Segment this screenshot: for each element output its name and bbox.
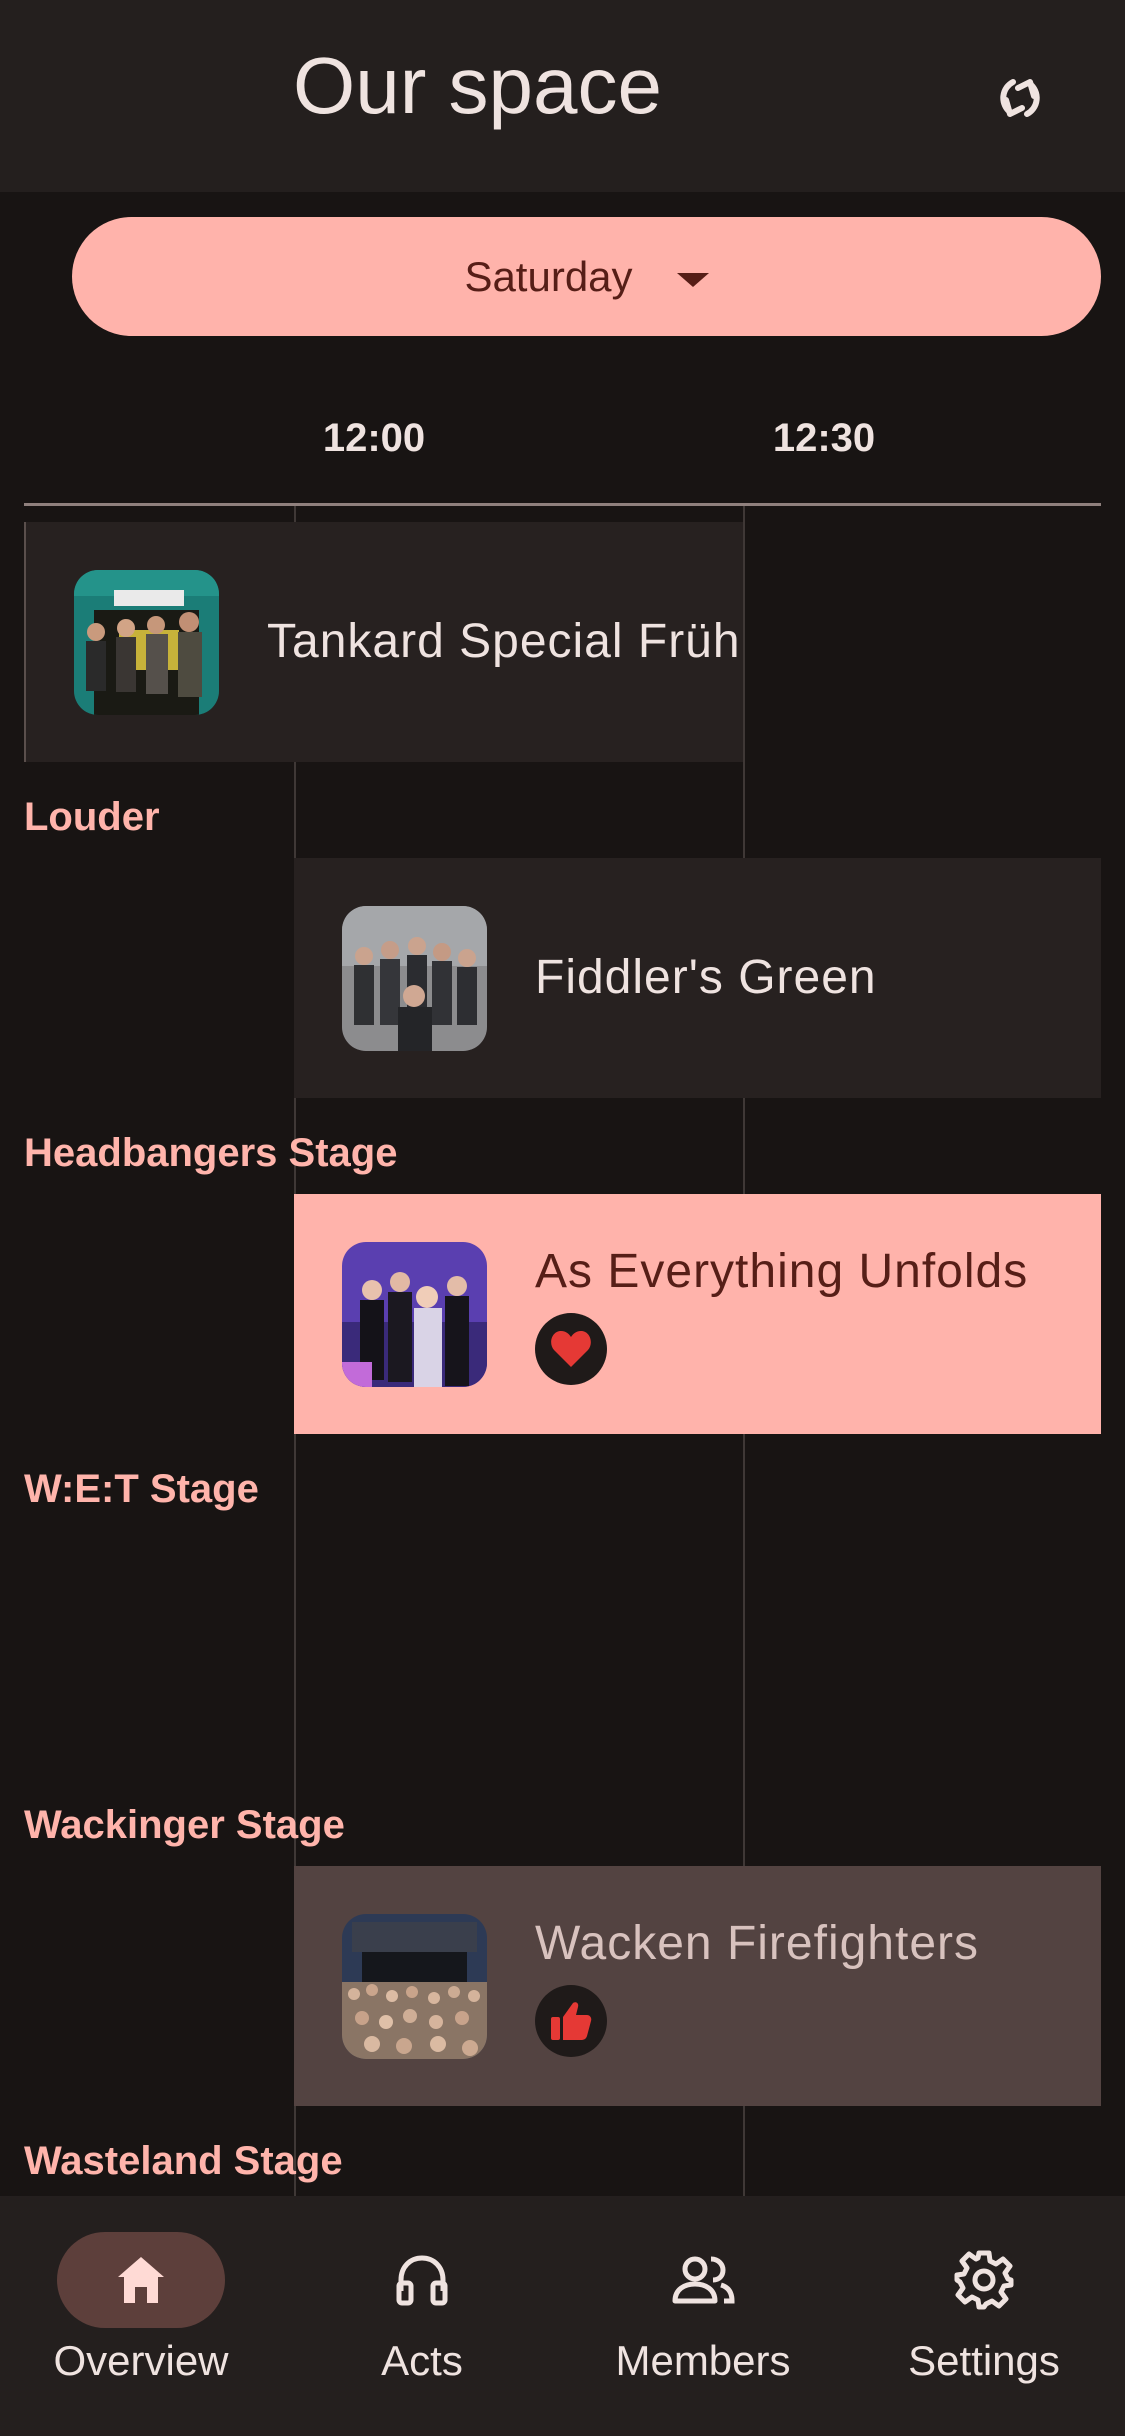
stage-label-wackinger: Wackinger Stage: [24, 1803, 345, 1847]
headphones-icon: [396, 2255, 448, 2306]
act-card-tankard[interactable]: Tankard Special Früh: [24, 522, 743, 762]
time-label: 12:00: [322, 416, 426, 460]
favorite-badge: [535, 1313, 607, 1385]
timeline-axis: [24, 503, 1101, 506]
nav-item-acts[interactable]: Acts: [281, 2232, 563, 2412]
nav-indicator: [57, 2232, 225, 2328]
act-image: [342, 1913, 487, 2059]
act-name: Fiddler's Green: [535, 951, 877, 1004]
bottom-navigation: Overview Acts Members Settings: [0, 2196, 1125, 2436]
stage-label-louder: Louder: [24, 795, 160, 839]
nav-icon-wrap: [619, 2232, 787, 2328]
act-image: [342, 1241, 487, 1387]
nav-item-overview[interactable]: Overview: [0, 2232, 282, 2412]
nav-label-settings: Settings: [908, 2337, 1060, 2384]
nav-item-settings[interactable]: Settings: [843, 2232, 1125, 2412]
thumbs-up-icon: [551, 2002, 592, 2040]
act-card-fiddlers-green[interactable]: Fiddler's Green: [294, 858, 1101, 1098]
nav-label-members: Members: [615, 2337, 791, 2384]
nav-icon-wrap: [338, 2232, 506, 2328]
stage-label-wasteland: Wasteland Stage: [24, 2139, 343, 2183]
act-name: As Everything Unfolds: [535, 1245, 1029, 1298]
act-image: [74, 569, 219, 715]
act-name: Tankard Special Früh: [267, 615, 741, 668]
rating-badge: [535, 1985, 607, 2057]
nav-label-acts: Acts: [381, 2337, 463, 2384]
app-header: Our space: [0, 0, 1125, 192]
act-card-as-everything-unfolds[interactable]: As Everything Unfolds: [294, 1194, 1101, 1434]
refresh-icon: [1000, 79, 1040, 117]
act-card-wacken-firefighters[interactable]: Wacken Firefighters: [294, 1866, 1101, 2106]
page-title: Our space: [292, 41, 663, 130]
group-icon: [672, 2256, 735, 2304]
time-label: 12:30: [772, 416, 876, 460]
gear-icon: [954, 2250, 1014, 2310]
day-selector-value: Saturday: [464, 252, 633, 300]
nav-item-members[interactable]: Members: [562, 2232, 844, 2412]
caret-down-icon: [676, 272, 709, 287]
day-selector[interactable]: Saturday: [72, 217, 1101, 336]
home-icon: [118, 2257, 164, 2303]
act-image: [342, 905, 487, 1051]
heart-icon: [551, 1331, 591, 1367]
stage-label-wet: W:E:T Stage: [24, 1467, 259, 1511]
act-name: Wacken Firefighters: [535, 1917, 980, 1970]
nav-label-overview: Overview: [53, 2337, 229, 2384]
refresh-button[interactable]: [980, 58, 1060, 138]
nav-icon-wrap: [900, 2232, 1068, 2328]
stage-label-headbangers: Headbangers Stage: [24, 1131, 398, 1175]
